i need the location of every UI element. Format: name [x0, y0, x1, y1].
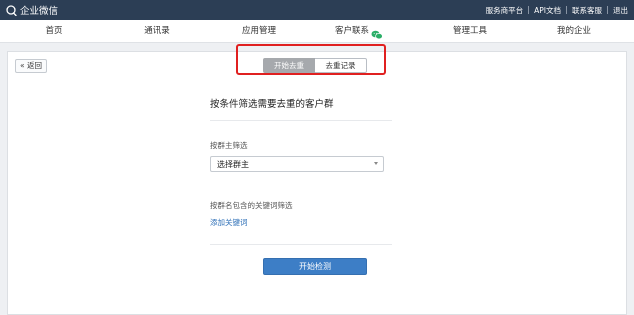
owner-select-value: 选择群主: [217, 160, 249, 169]
wechat-icon: [371, 27, 383, 39]
nav-item-label: 应用管理: [241, 26, 277, 36]
logout-link[interactable]: 退出: [613, 5, 628, 16]
chevron-down-icon: [374, 162, 378, 165]
top-links: 服务商平台 API文档 联系客服 退出: [486, 0, 628, 20]
add-keyword-link[interactable]: 添加关键词: [210, 217, 248, 228]
nav-item-home[interactable]: 首页: [45, 20, 62, 43]
tab-group: 开始去重 去重记录: [263, 58, 367, 73]
nav-item-app-management[interactable]: 应用管理: [242, 20, 276, 43]
keyword-filter-label: 按群名包含的关键词筛选: [210, 201, 293, 210]
owner-select[interactable]: 选择群主: [210, 156, 384, 172]
nav-item-label: 通讯录: [144, 26, 170, 36]
app-name: 企业微信: [20, 6, 59, 17]
tab-dedup-records[interactable]: 去重记录: [315, 58, 367, 73]
nav-item-contacts[interactable]: 通讯录: [144, 20, 170, 43]
service-provider-link[interactable]: 服务商平台: [486, 5, 524, 16]
main-nav: 首页 通讯录 应用管理 客户联系 管理工具 我的企业: [0, 20, 634, 43]
nav-item-label: 管理工具: [452, 26, 488, 36]
contact-support-link[interactable]: 联系客服: [572, 5, 602, 16]
divider: [210, 244, 392, 245]
wework-logo-icon: [6, 4, 17, 16]
form-title: 按条件筛选需要去重的客户群: [210, 99, 334, 110]
divider: [566, 6, 567, 14]
nav-item-label: 首页: [45, 26, 63, 36]
api-docs-link[interactable]: API文档: [534, 5, 561, 16]
content-panel: « 返回: [7, 51, 627, 315]
tab-start-dedup[interactable]: 开始去重: [263, 58, 315, 73]
top-bar: 企业微信 服务商平台 API文档 联系客服 退出: [0, 0, 634, 20]
divider: [607, 6, 608, 14]
nav-item-my-enterprise[interactable]: 我的企业: [557, 20, 591, 43]
divider: [210, 120, 392, 121]
nav-item-label: 我的企业: [556, 26, 592, 36]
back-button[interactable]: « 返回: [15, 59, 47, 73]
divider: [528, 6, 530, 14]
nav-item-label: 客户联系: [334, 26, 370, 36]
nav-item-management-tools[interactable]: 管理工具: [453, 20, 487, 43]
owner-filter-label: 按群主筛选: [210, 141, 248, 150]
start-detection-button[interactable]: 开始检测: [263, 258, 367, 275]
nav-item-customer-contact[interactable]: 客户联系: [335, 20, 383, 43]
brand[interactable]: 企业微信: [6, 0, 58, 20]
